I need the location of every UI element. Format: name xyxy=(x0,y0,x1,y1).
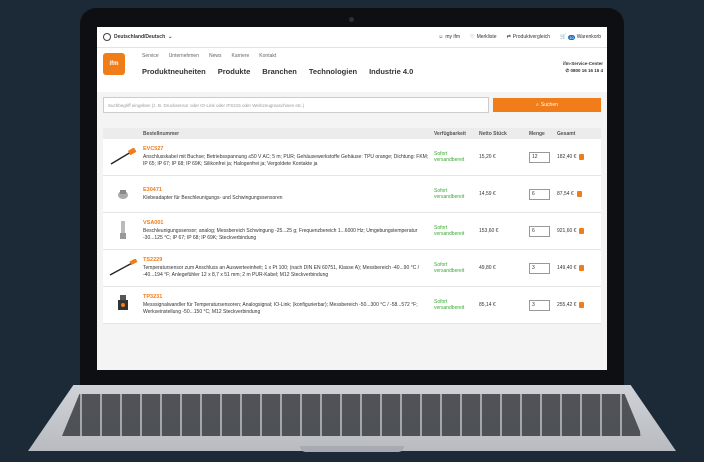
quantity-input[interactable]: 3 xyxy=(529,262,550,274)
quantity-input[interactable]: 6 xyxy=(529,188,550,200)
search-button-label: Suchen xyxy=(540,102,558,108)
quantity-input[interactable]: 12 xyxy=(529,151,550,163)
logo-text: ifm xyxy=(109,61,119,67)
basket-label: Warenkorb xyxy=(576,34,601,40)
product-description: Klebeadapter für Beschleunigungs- und Sc… xyxy=(143,194,283,201)
product-description: Anschlusskabel mit Buchse; Betriebsspann… xyxy=(143,154,429,167)
availability-status: Sofort versandbereit xyxy=(434,225,465,237)
line-total: 921,60 € xyxy=(557,228,577,234)
line-total: 255,42 € xyxy=(557,302,577,308)
trash-icon[interactable] xyxy=(576,191,582,197)
service-center-title: ifm-Service-Center xyxy=(562,61,603,66)
table-row: TS2229 Temperatursensor zum Anschluss an … xyxy=(103,250,601,287)
basket-link[interactable]: 🛒 10 Warenkorb xyxy=(560,34,601,40)
header-net: Netto Stück xyxy=(479,130,507,137)
line-total: 182,40 € xyxy=(557,154,577,160)
cart-icon: 🛒 xyxy=(560,34,567,40)
heart-icon: ♡ xyxy=(470,34,475,40)
subnav-careers[interactable]: Karriere xyxy=(232,53,250,59)
unit-price: 15,20 € xyxy=(479,154,496,160)
nav-industry-4[interactable]: Industrie 4.0 xyxy=(369,67,413,76)
subnav-service[interactable]: Service xyxy=(142,53,159,59)
basket-table: Bestellnummer Verfügbarkeit Netto Stück … xyxy=(103,128,601,324)
keyboard xyxy=(62,394,642,436)
trash-icon[interactable] xyxy=(579,302,585,308)
header-qty: Menge xyxy=(529,130,545,137)
transmitter-product-image xyxy=(118,295,128,310)
product-sku[interactable]: VSA001 xyxy=(143,220,430,226)
my-ifm-link[interactable]: ☺ my ifm xyxy=(438,34,460,40)
nav-technologies[interactable]: Technologien xyxy=(309,67,357,76)
webcam xyxy=(349,17,354,22)
product-description: Beschleunigungssensor; analog; Messberei… xyxy=(143,228,418,241)
compare-icon: ⇄ xyxy=(506,34,511,40)
availability-status: Sofort versandbereit xyxy=(434,188,465,200)
watchlist-link[interactable]: ♡ Merkliste xyxy=(470,34,497,40)
sensor-product-image xyxy=(120,221,126,239)
line-total: 87,54 € xyxy=(557,191,574,197)
my-ifm-label: my ifm xyxy=(445,34,461,40)
watchlist-label: Merkliste xyxy=(476,34,497,40)
product-sku[interactable]: E30471 xyxy=(143,187,430,193)
quantity-input[interactable]: 3 xyxy=(529,299,550,311)
search-row: Suchbegriff eingeben (z. B. Drucksensor … xyxy=(97,94,607,116)
product-description: Messsignalwandler für Temperatursensoren… xyxy=(143,302,418,315)
unit-price: 85,14 € xyxy=(479,302,496,308)
nav-new-products[interactable]: Produktneuheiten xyxy=(142,67,206,76)
subnav-news[interactable]: News xyxy=(209,53,222,59)
subnav-contact[interactable]: Kontakt xyxy=(259,53,276,59)
chevron-down-icon: ⌄ xyxy=(168,34,173,40)
table-row: E30471 Klebeadapter für Beschleunigungs- … xyxy=(103,176,601,213)
product-description: Temperatursensor zum Anschluss an Auswer… xyxy=(143,265,420,278)
unit-price: 14,59 € xyxy=(479,191,496,197)
compare-link[interactable]: ⇄ Produktvergleich xyxy=(507,34,550,40)
search-icon: ⌕ xyxy=(536,102,539,108)
cable-product-image xyxy=(110,148,137,165)
product-sku[interactable]: EVC527 xyxy=(143,146,430,152)
region-label: Deutschland/Deutsch xyxy=(114,34,166,40)
availability-status: Sofort versandbereit xyxy=(434,262,465,274)
search-input[interactable]: Suchbegriff eingeben (z. B. Drucksensor … xyxy=(103,97,489,113)
top-utility-bar: Deutschland/Deutsch ⌄ ☺ my ifm ♡ Merkliste… xyxy=(97,27,607,48)
globe-icon xyxy=(103,33,111,41)
laptop-front-notch xyxy=(300,446,404,452)
search-button[interactable]: ⌕ Suchen xyxy=(493,98,601,112)
table-row: TP3231 Messsignalwandler für Temperaturse… xyxy=(103,287,601,324)
browser-screen: Deutschland/Deutsch ⌄ ☺ my ifm ♡ Merkliste… xyxy=(97,27,607,370)
trash-icon[interactable] xyxy=(579,265,585,271)
region-selector[interactable]: Deutschland/Deutsch ⌄ xyxy=(103,33,172,41)
product-sku[interactable]: TS2229 xyxy=(143,257,430,263)
temperature-sensor-image xyxy=(109,259,138,276)
site-header: ifm Service Unternehmen News Karriere Ko… xyxy=(97,48,607,92)
adapter-product-image xyxy=(118,190,128,199)
header-availability: Verfügbarkeit xyxy=(434,130,466,137)
ifm-logo[interactable]: ifm xyxy=(103,53,125,75)
product-sku[interactable]: TP3231 xyxy=(143,294,430,300)
secondary-nav: Service Unternehmen News Karriere Kontak… xyxy=(142,53,276,59)
search-placeholder: Suchbegriff eingeben (z. B. Drucksensor … xyxy=(108,102,305,108)
nav-industries[interactable]: Branchen xyxy=(262,67,297,76)
subnav-company[interactable]: Unternehmen xyxy=(169,53,199,59)
availability-status: Sofort versandbereit xyxy=(434,299,465,311)
service-center-phone[interactable]: ✆ 0800 16 16 16 4 xyxy=(563,67,603,74)
table-row: EVC527 Anschlusskabel mit Buchse; Betrieb… xyxy=(103,139,601,176)
trash-icon[interactable] xyxy=(579,228,585,234)
unit-price: 49,80 € xyxy=(479,265,496,271)
header-order-no: Bestellnummer xyxy=(143,130,180,137)
availability-status: Sofort versandbereit xyxy=(434,151,465,163)
nav-products[interactable]: Produkte xyxy=(218,67,251,76)
line-total: 149,40 € xyxy=(557,265,577,271)
quantity-input[interactable]: 6 xyxy=(529,225,550,237)
table-row: VSA001 Beschleunigungssensor; analog; Mes… xyxy=(103,213,601,250)
service-center: ifm-Service-Center ✆ 0800 16 16 16 4 xyxy=(563,60,603,74)
main-nav: Produktneuheiten Produkte Branchen Techn… xyxy=(142,67,413,76)
unit-price: 153,60 € xyxy=(479,228,499,234)
compare-label: Produktvergleich xyxy=(512,34,551,40)
phone-number: 0800 16 16 16 4 xyxy=(570,68,603,73)
trash-icon[interactable] xyxy=(579,154,585,160)
basket-count-badge: 10 xyxy=(568,34,575,40)
header-total: Gesamt xyxy=(557,130,576,137)
table-header: Bestellnummer Verfügbarkeit Netto Stück … xyxy=(103,128,601,139)
user-icon: ☺ xyxy=(438,34,444,40)
